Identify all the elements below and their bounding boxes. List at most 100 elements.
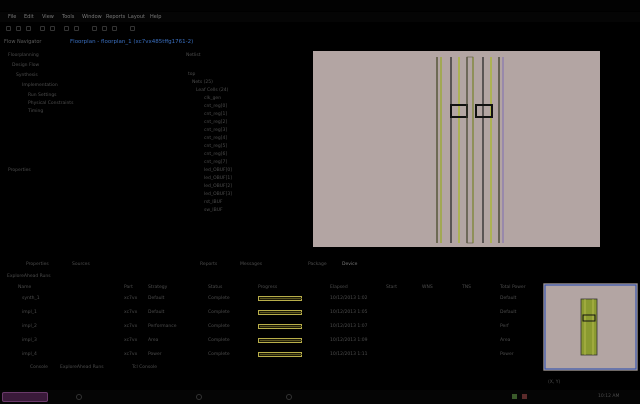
cell-part: xc7vx — [124, 296, 138, 301]
column-header[interactable]: Elapsed — [330, 285, 348, 290]
tray-network-icon[interactable] — [512, 394, 517, 399]
column-header[interactable]: Start — [386, 285, 397, 290]
netlist-item[interactable]: led_OBUF[0] — [204, 168, 232, 173]
stop-icon[interactable] — [74, 26, 79, 31]
tree-item[interactable]: Implementation — [22, 83, 58, 88]
netlist-item[interactable]: Nets (25) — [192, 80, 213, 85]
netlist-item[interactable]: cnt_reg[3] — [204, 128, 227, 133]
cell-status: Complete — [208, 324, 230, 329]
app-icon[interactable] — [286, 394, 292, 400]
cell-part: xc7vx — [124, 324, 138, 329]
start-button[interactable] — [2, 392, 48, 402]
column-header[interactable]: Total Power — [500, 285, 526, 290]
menu-layout[interactable]: Layout — [128, 14, 145, 20]
cell-desc: Default — [500, 296, 517, 301]
new-icon[interactable] — [6, 26, 11, 31]
app-icon[interactable] — [76, 394, 82, 400]
tab-device[interactable]: Device — [342, 262, 357, 267]
table-row[interactable]: synth_1 xc7vx Default Complete 10/12/2013 1:… — [0, 294, 540, 306]
progress-bar — [258, 338, 302, 343]
menu-edit[interactable]: Edit — [24, 14, 34, 20]
table-row[interactable]: impl_2 xc7vx Performance Complete 10/12/2013… — [0, 322, 540, 334]
settings-icon[interactable] — [130, 26, 135, 31]
open-icon[interactable] — [16, 26, 21, 31]
zoom-in-icon[interactable] — [92, 26, 97, 31]
coords-readout: (X, Y) — [548, 380, 561, 385]
zoom-fit-icon[interactable] — [112, 26, 117, 31]
device-view[interactable] — [313, 51, 600, 247]
netlist-item[interactable]: cnt_reg[2] — [204, 120, 227, 125]
netlist-item[interactable]: cnt_reg[7] — [204, 160, 227, 165]
column-header[interactable]: TNS — [462, 285, 471, 290]
column-header[interactable]: WNS — [422, 285, 433, 290]
tree-item[interactable]: Run Settings — [28, 93, 57, 98]
netlist-panel: Netlist top Nets (25) Leaf Cells (24) clk_ge… — [182, 50, 310, 250]
cell-start: 10/12/2013 1:07 — [330, 324, 368, 329]
runs-panel: ExploreAhead Runs Name Part Strategy Status… — [0, 272, 540, 380]
netlist-item[interactable]: led_OBUF[3] — [204, 192, 232, 197]
menu-view[interactable]: View — [42, 14, 54, 20]
netlist-item[interactable]: clk_gen — [204, 96, 221, 101]
netlist-item[interactable]: cnt_reg[4] — [204, 136, 227, 141]
progress-bar — [258, 296, 302, 301]
table-row[interactable]: impl_3 xc7vx Area Complete 10/12/2013 1:09 Ar… — [0, 336, 540, 348]
cell-name: impl_2 — [22, 324, 37, 329]
cell-part: xc7vx — [124, 310, 138, 315]
tree-item[interactable]: Physical Constraints — [28, 101, 73, 106]
redo-icon[interactable] — [50, 26, 55, 31]
progress-bar — [258, 310, 302, 315]
tree-item[interactable]: Synthesis — [16, 73, 38, 78]
table-row[interactable]: impl_4 xc7vx Power Complete 10/12/2013 1:11 P… — [0, 350, 540, 362]
netlist-item[interactable]: rst_IBUF — [204, 200, 223, 205]
tab-messages[interactable]: Messages — [240, 262, 262, 267]
flow-navigator-toggle[interactable]: Flow Navigator — [4, 39, 41, 45]
runs-table-header: Name Part Strategy Status Progress Elapsed Sta… — [0, 284, 540, 292]
tree-item[interactable]: Design Flow — [12, 63, 39, 68]
undo-icon[interactable] — [40, 26, 45, 31]
column-header[interactable]: Strategy — [148, 285, 167, 290]
cell-status: Complete — [208, 310, 230, 315]
column-header[interactable]: Progress — [258, 285, 277, 290]
netlist-item[interactable]: cnt_reg[0] — [204, 104, 227, 109]
tree-item[interactable]: Timing — [28, 109, 43, 114]
table-row[interactable]: impl_1 xc7vx Default Complete 10/12/2013 1:0… — [0, 308, 540, 320]
floorplan-tab[interactable]: Floorplan - floorplan_1 (xc7vx485tffg176… — [70, 39, 193, 45]
footer-tab-runs[interactable]: ExploreAhead Runs — [60, 365, 104, 370]
cell-part: xc7vx — [124, 338, 138, 343]
run-icon[interactable] — [64, 26, 69, 31]
progress-bar — [258, 324, 302, 329]
netlist-item[interactable]: led_OBUF[1] — [204, 176, 232, 181]
netlist-item[interactable]: top — [188, 72, 195, 77]
save-icon[interactable] — [26, 26, 31, 31]
menu-window[interactable]: Window — [82, 14, 102, 20]
netlist-item[interactable]: cnt_reg[6] — [204, 152, 227, 157]
menu-help[interactable]: Help — [150, 14, 161, 20]
tray-alert-icon[interactable] — [522, 394, 527, 399]
netlist-item[interactable]: cnt_reg[5] — [204, 144, 227, 149]
toolbar — [0, 24, 640, 34]
netlist-item[interactable]: Leaf Cells (24) — [196, 88, 228, 93]
tab-properties[interactable]: Properties — [26, 262, 49, 267]
tab-sources[interactable]: Sources — [72, 262, 90, 267]
cell-name: impl_1 — [22, 310, 37, 315]
device-minimap[interactable] — [542, 282, 639, 372]
footer-tab-console[interactable]: Console — [30, 365, 48, 370]
column-header[interactable]: Name — [18, 285, 31, 290]
zoom-out-icon[interactable] — [102, 26, 107, 31]
cell-start: 10/12/2013 1:11 — [330, 352, 368, 357]
netlist-item[interactable]: sw_IBUF — [204, 208, 223, 213]
tab-package[interactable]: Package — [308, 262, 327, 267]
cell-strategy: Default — [148, 296, 165, 301]
netlist-item[interactable]: led_OBUF[2] — [204, 184, 232, 189]
column-header[interactable]: Part — [124, 285, 133, 290]
cell-desc: Area — [500, 338, 511, 343]
column-header[interactable]: Status — [208, 285, 222, 290]
app-icon[interactable] — [196, 394, 202, 400]
netlist-item[interactable]: cnt_reg[1] — [204, 112, 227, 117]
menu-file[interactable]: File — [8, 14, 16, 20]
menu-reports[interactable]: Reports — [106, 14, 125, 20]
footer-tab-tcl[interactable]: Tcl Console — [132, 365, 157, 370]
tab-reports[interactable]: Reports — [200, 262, 217, 267]
menu-tools[interactable]: Tools — [62, 14, 74, 20]
title-bar — [0, 0, 640, 11]
